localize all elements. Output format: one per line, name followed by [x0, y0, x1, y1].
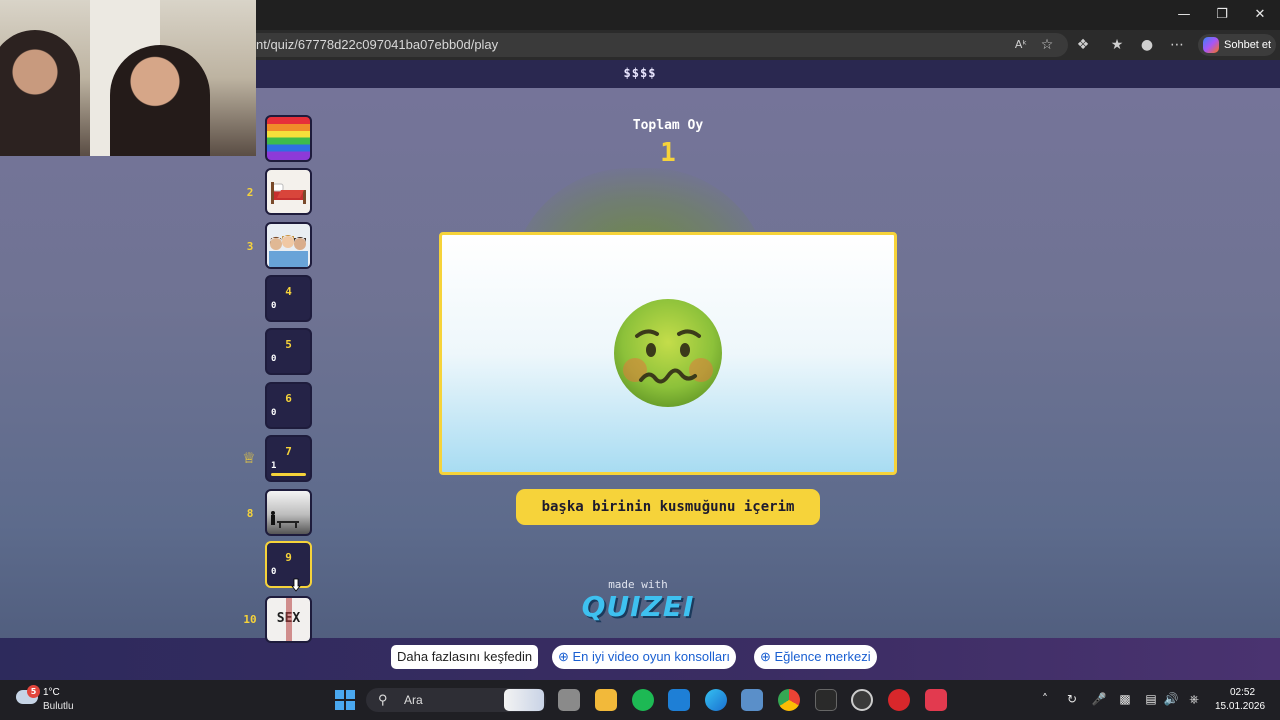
answer-text: başka birinin kusmuğunu içerim — [516, 489, 820, 525]
sidebar-item-3[interactable] — [265, 222, 312, 269]
task-view-icon[interactable] — [558, 689, 580, 711]
gamepad-icon[interactable]: ⎈ — [1186, 692, 1202, 707]
sidebar-item-1[interactable] — [265, 115, 312, 162]
favorite-star-icon[interactable]: ☆ — [1037, 36, 1057, 54]
sidebar-count-7: 1 — [271, 461, 277, 471]
copilot-label: Sohbet et — [1224, 39, 1272, 51]
profile-avatar-icon[interactable]: ● — [1137, 36, 1157, 54]
sidebar-num-7: 7 — [285, 445, 292, 458]
nauseated-face-icon — [614, 299, 722, 407]
sidebar-item-7[interactable]: 7 1 — [265, 435, 312, 482]
store-icon[interactable] — [668, 689, 690, 711]
restore-icon[interactable]: ❐ — [1207, 6, 1237, 24]
spotify-icon[interactable] — [632, 689, 654, 711]
bench-image-icon — [271, 511, 299, 528]
sidebar-num-8: 8 — [246, 507, 254, 520]
extensions-icon[interactable]: ❖ — [1073, 36, 1093, 54]
favorites-icon[interactable]: ★ — [1107, 36, 1127, 54]
sidebar-num-6: 6 — [285, 392, 292, 405]
weather-temp[interactable]: 1°C — [43, 687, 60, 698]
vote-progress-bar — [271, 473, 306, 476]
entertainment-center-chip[interactable]: ⊕ Eğlence merkezi — [754, 645, 877, 669]
valorant-icon[interactable] — [925, 689, 947, 711]
obs-icon[interactable] — [851, 689, 873, 711]
close-icon[interactable]: ✕ — [1245, 6, 1275, 24]
clock-date[interactable]: 15.01.2026 — [1215, 701, 1265, 712]
volume-icon[interactable]: 🔊 — [1163, 692, 1179, 706]
sidebar-item-6[interactable]: 6 0 — [265, 382, 312, 429]
chrome-icon[interactable] — [778, 689, 800, 711]
sidebar-num-3: 3 — [246, 240, 254, 253]
copilot-chat-button[interactable]: Sohbet et — [1198, 34, 1276, 56]
windows-start-icon[interactable] — [335, 690, 355, 710]
weather-desc[interactable]: Bulutlu — [43, 701, 74, 712]
sidebar-item-8[interactable] — [265, 489, 312, 536]
sync-icon[interactable]: ↻ — [1064, 692, 1080, 706]
search-icon: ⚲ — [378, 692, 388, 707]
search-placeholder: Ara — [404, 693, 423, 707]
sidebar-item-10[interactable]: SEX — [265, 596, 312, 643]
explore-more-chip[interactable]: Daha fazlasını keşfedin — [391, 645, 539, 669]
mouse-cursor-icon — [291, 578, 301, 592]
sidebar-count-6: 0 — [271, 408, 277, 418]
total-votes-value: 1 — [660, 138, 676, 168]
clock-time[interactable]: 02:52 — [1230, 687, 1255, 698]
crown-icon: ♕ — [242, 449, 256, 467]
sidebar-num-4: 4 — [285, 285, 292, 298]
edge-icon[interactable] — [705, 689, 727, 711]
webcam-person-left — [0, 30, 80, 156]
sidebar-item-4[interactable]: 4 0 — [265, 275, 312, 322]
people-image-icon — [269, 235, 308, 267]
webcam-person-right — [110, 45, 210, 156]
chevron-up-icon[interactable]: ˄ — [1037, 692, 1053, 706]
weather-badge: 5 — [27, 685, 40, 698]
sidebar-num-2: 2 — [246, 186, 254, 199]
video-game-consoles-chip[interactable]: ⊕ En iyi video oyun konsolları — [552, 645, 737, 669]
search-highlight-icon[interactable] — [504, 689, 544, 711]
read-aloud-icon[interactable]: Aᵏ — [1011, 36, 1031, 54]
microphone-icon[interactable]: 🎤 — [1091, 692, 1107, 706]
sidebar-num-9: 9 — [285, 551, 292, 564]
network-icon[interactable]: ▤ — [1143, 692, 1159, 706]
sidebar-num-5: 5 — [285, 338, 292, 351]
remote-desktop-icon[interactable] — [741, 689, 763, 711]
webcam-overlay — [0, 0, 256, 156]
copilot-icon — [1203, 37, 1219, 53]
sidebar-item-9[interactable]: 9 0 — [265, 541, 312, 588]
epic-games-icon[interactable] — [815, 689, 837, 711]
bed-icon — [271, 182, 306, 204]
sidebar-count-4: 0 — [271, 301, 277, 311]
file-explorer-icon[interactable] — [595, 689, 617, 711]
red-app-icon[interactable] — [888, 689, 910, 711]
url-text[interactable]: nt/quiz/67778d22c097041ba07ebb0d/play — [256, 37, 498, 52]
sidebar-item-5[interactable]: 5 0 — [265, 328, 312, 375]
minimize-icon[interactable]: — — [1169, 6, 1199, 24]
battery-saver-icon[interactable]: ▩ — [1117, 692, 1133, 706]
total-votes-label: Toplam Oy — [632, 118, 704, 133]
sidebar-num-10: 10 — [243, 613, 257, 626]
sidebar-count-9: 0 — [271, 567, 277, 577]
quizei-logo[interactable]: QUIZEI — [568, 590, 708, 623]
sign-stripe — [286, 598, 292, 641]
more-menu-icon[interactable]: ⋯ — [1167, 36, 1187, 54]
sidebar-count-5: 0 — [271, 354, 277, 364]
sidebar-item-2[interactable] — [265, 168, 312, 215]
